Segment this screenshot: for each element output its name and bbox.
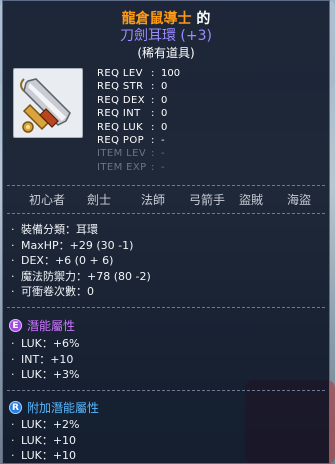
requirement-row: ITEM EXP: - [97, 161, 180, 174]
equip-type: 裝備分類：耳環 [21, 223, 98, 236]
divider [7, 390, 325, 391]
upgrades-available: 可衝卷次數：0 [21, 285, 94, 298]
potential-title: 潛能屬性 [27, 319, 76, 333]
rare-grade-icon: R [9, 401, 22, 414]
item-name: 刀劍耳環 (+3) [119, 28, 212, 44]
requirement-row: REQ POP: - [97, 134, 180, 147]
requirement-label: REQ INT [97, 108, 141, 120]
requirement-value: - [161, 161, 165, 173]
potential-value: INT：+10 [21, 352, 74, 366]
separator: : [151, 108, 155, 120]
requirement-label: REQ LUK [97, 121, 144, 133]
potential-list: · LUK：+6% · INT：+10 · LUK：+3% [11, 336, 80, 383]
job-warrior: 劍士 [87, 193, 112, 207]
bonus-potential-line: · LUK：+2% [11, 418, 80, 431]
bonus-potential-value: LUK：+10 [21, 433, 77, 447]
separator: : [151, 148, 155, 160]
potential-value: LUK：+6% [21, 337, 80, 350]
potential-line: · INT：+10 [11, 352, 74, 366]
requirement-value: 0 [161, 121, 168, 133]
requirement-row: ITEM LEV: - [97, 147, 180, 160]
bonus-potential-list: · LUK：+2% · LUK：+10 · LUK：+10 [11, 417, 80, 464]
bonus-potential-value: LUK：+10 [21, 449, 77, 462]
stat-maxhp: MaxHP：+29 (30 -1) [21, 238, 134, 252]
requirement-value: 0 [161, 94, 168, 106]
requirement-row: REQ DEX:0 [97, 94, 180, 107]
bonus-potential-title: 附加潛能屬性 [27, 401, 100, 415]
separator: : [151, 94, 155, 106]
requirements-list: REQ LEV:100 REQ STR:0 REQ DEX:0 REQ INT:0 RE… [97, 67, 180, 174]
stat-line: · 魔法防禦力：+78 (80 -2) [11, 269, 151, 283]
job-bowman: 弓箭手 [189, 193, 226, 207]
separator: : [151, 135, 155, 147]
bonus-potential-line: · LUK：+10 [11, 449, 77, 462]
requirement-label: REQ STR [97, 81, 144, 93]
job-pirate: 海盜 [287, 193, 312, 207]
stats-list: · 裝備分類：耳環 · MaxHP：+29 (30 -1) · DEX：+6 (0 +… [11, 222, 151, 300]
stat-line: · 可衝卷次數：0 [11, 285, 94, 298]
item-tooltip: 龍倉鼠導士 的 刀劍耳環 (+3) (稀有道具) REQ LEV:100 REQ … [2, 0, 330, 464]
separator: : [151, 68, 155, 79]
requirement-row: REQ LUK:0 [97, 121, 180, 134]
requirement-label: REQ DEX [97, 94, 145, 106]
bonus-potential-line: · LUK：+10 [11, 433, 77, 447]
requirement-row: REQ INT:0 [97, 107, 180, 120]
separator: : [151, 161, 155, 173]
requirement-label: ITEM LEV [97, 148, 147, 160]
requirement-row: REQ LEV:100 [97, 67, 180, 80]
requirement-value: - [161, 148, 165, 160]
bonus-potential-header: R 附加潛能屬性 [9, 399, 99, 416]
potential-line: · LUK：+6% [11, 337, 80, 350]
separator: : [151, 81, 155, 93]
requirement-value: 0 [161, 108, 168, 120]
stat-line: · 裝備分類：耳環 [11, 223, 98, 236]
job-beginner: 初心者 [29, 193, 66, 207]
requirement-label: REQ POP [97, 135, 145, 147]
divider [7, 213, 325, 214]
requirement-label: REQ LEV [97, 68, 143, 79]
divider [7, 185, 325, 186]
item-icon-frame [13, 68, 83, 138]
requirement-value: - [161, 135, 165, 147]
divider [7, 307, 325, 308]
job-magician: 法師 [141, 193, 166, 207]
requirement-value: 0 [161, 81, 168, 93]
item-rarity: (稀有道具) [137, 46, 195, 60]
sword-earring-icon [20, 78, 71, 133]
requirement-row: REQ STR:0 [97, 80, 180, 93]
potential-value: LUK：+3% [21, 368, 80, 381]
stat-dex: DEX：+6 (0 + 6) [21, 254, 114, 267]
stat-magic-defense: 魔法防禦力：+78 (80 -2) [21, 269, 151, 283]
epic-grade-icon: E [9, 319, 22, 332]
stat-line: · DEX：+6 (0 + 6) [11, 254, 114, 267]
separator: : [151, 121, 155, 133]
job-thief: 盜賊 [239, 193, 264, 207]
stat-line: · MaxHP：+29 (30 -1) [11, 238, 134, 252]
requirement-label: ITEM EXP [97, 161, 147, 173]
potential-line: · LUK：+3% [11, 368, 80, 381]
bonus-potential-value: LUK：+2% [21, 418, 80, 431]
potential-header: E 潛能屬性 [9, 317, 75, 334]
requirement-value: 100 [161, 68, 181, 79]
